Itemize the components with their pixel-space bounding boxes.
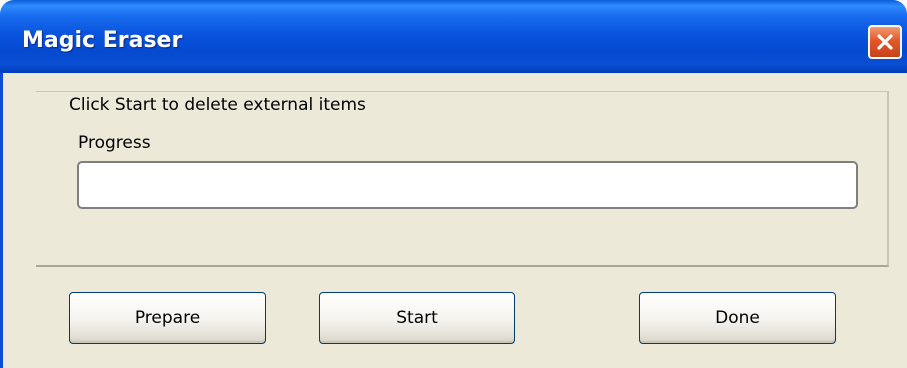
- progress-bar: [77, 161, 858, 209]
- dialog-body: Click Start to delete external items Pro…: [0, 73, 907, 368]
- done-button[interactable]: Done: [639, 292, 836, 344]
- magic-eraser-dialog: Magic Eraser Click Start to delete exter…: [0, 0, 907, 368]
- instruction-text: Click Start to delete external items: [69, 95, 366, 115]
- close-button[interactable]: [868, 25, 902, 59]
- close-icon: [877, 34, 893, 50]
- window-title: Magic Eraser: [22, 28, 183, 53]
- start-button[interactable]: Start: [319, 292, 515, 344]
- prepare-button[interactable]: Prepare: [69, 292, 266, 344]
- progress-label: Progress: [78, 133, 151, 153]
- title-bar[interactable]: Magic Eraser: [0, 0, 907, 73]
